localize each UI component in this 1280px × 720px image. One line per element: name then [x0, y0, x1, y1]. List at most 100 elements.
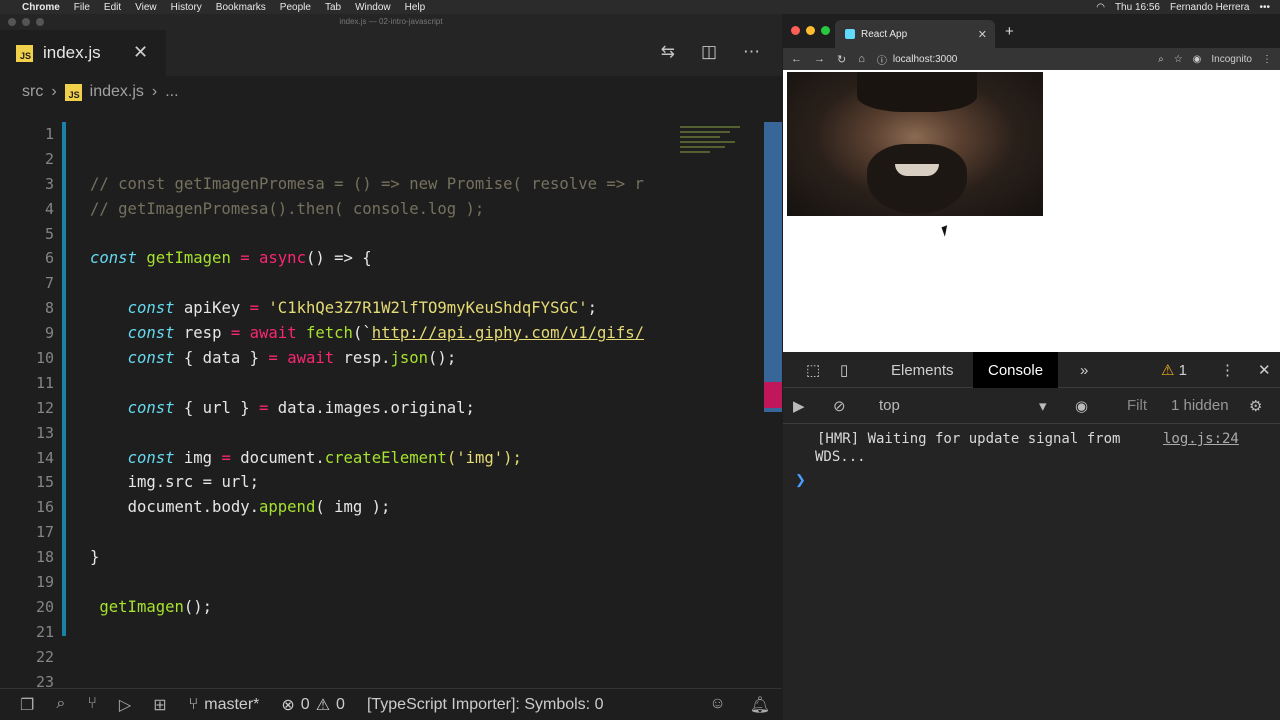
minimap[interactable]: [680, 126, 760, 186]
url-link[interactable]: http://api.giphy.com/v1/gifs/: [372, 324, 644, 342]
code-text: ();: [183, 597, 213, 616]
console-prompt-chevron-icon[interactable]: ❯: [795, 472, 806, 488]
code-line-9: const resp = await fetch(`http://api.gip…: [90, 321, 680, 346]
home-icon[interactable]: ⌂: [858, 53, 865, 65]
window-controls[interactable]: [791, 26, 830, 35]
more-actions-icon[interactable]: ⋯: [743, 42, 760, 62]
vertical-scrollbar[interactable]: [764, 122, 782, 412]
new-tab-icon[interactable]: +: [1005, 23, 1014, 40]
filter-input[interactable]: Filt: [1127, 397, 1147, 414]
run-debug-icon[interactable]: ▷: [119, 695, 131, 715]
keyword: const: [127, 349, 175, 368]
info-icon[interactable]: ⓘ: [877, 52, 887, 67]
more-icon[interactable]: •••: [1259, 2, 1270, 13]
keyword: await: [249, 324, 297, 343]
menu-tab[interactable]: Tab: [325, 2, 341, 13]
breadcrumb-file[interactable]: index.js: [90, 83, 144, 101]
close-devtools-icon[interactable]: ✕: [1243, 352, 1280, 388]
profile-label[interactable]: Incognito: [1211, 54, 1252, 65]
string: ('img');: [446, 448, 522, 467]
menu-help[interactable]: Help: [405, 2, 426, 13]
gif-image: [787, 72, 1043, 216]
line-number: 19: [35, 573, 54, 592]
clear-console-icon[interactable]: ⊘: [833, 397, 846, 415]
tab-elements[interactable]: Elements: [876, 352, 969, 388]
context-selector[interactable]: top: [879, 397, 900, 414]
menu-history[interactable]: History: [171, 2, 202, 13]
menu-window[interactable]: Window: [355, 2, 391, 13]
tab-console[interactable]: Console: [973, 352, 1059, 388]
tab-label: index.js: [43, 43, 101, 62]
chrome-tab-strip: React App ✕ +: [783, 14, 1280, 48]
hidden-count[interactable]: 1 hidden: [1171, 397, 1229, 414]
function-call: getImagen: [99, 597, 184, 616]
git-branch[interactable]: ⑂ master*: [189, 696, 260, 714]
eye-icon[interactable]: ◉: [1075, 397, 1088, 415]
warnings-indicator[interactable]: ⚠ 1: [1146, 352, 1202, 388]
split-editor-icon[interactable]: ◫: [701, 42, 717, 62]
operator: =: [221, 448, 231, 467]
browser-tab[interactable]: React App ✕: [835, 20, 995, 48]
settings-gear-icon[interactable]: ⚙: [1249, 397, 1262, 415]
breadcrumb-more[interactable]: ...: [165, 83, 178, 101]
code-line-10: const { data } = await resp.json();: [90, 346, 680, 371]
wifi-icon[interactable]: ◠: [1096, 2, 1105, 13]
extensions-icon[interactable]: ⊞: [153, 695, 166, 715]
incognito-icon[interactable]: ◉: [1193, 54, 1202, 65]
feedback-icon[interactable]: ☺: [709, 695, 725, 715]
code-line-18: }: [90, 545, 680, 570]
breadcrumb-folder[interactable]: src: [22, 83, 43, 101]
keyword: await: [287, 349, 335, 368]
line-number: 9: [44, 324, 54, 343]
chrome-window: React App ✕ + ← → ↻ ⌂ ⓘ localhost:3000 ⌕…: [783, 14, 1280, 720]
zoom-icon[interactable]: ⌕: [1158, 54, 1164, 65]
source-control-icon[interactable]: ⑂: [87, 695, 97, 715]
url-field[interactable]: ⓘ localhost:3000: [877, 52, 958, 67]
user-name[interactable]: Fernando Herrera: [1170, 2, 1249, 13]
code-text: document.body.: [127, 498, 259, 517]
menu-view[interactable]: View: [135, 2, 157, 13]
compare-changes-icon[interactable]: ⇆: [661, 42, 675, 62]
device-toolbar-icon[interactable]: ▯: [825, 352, 863, 388]
typescript-importer-status[interactable]: [TypeScript Importer]: Symbols: 0: [367, 696, 604, 714]
error-icon: ⊗: [281, 696, 295, 714]
operator: =: [268, 349, 278, 368]
error-count: 0: [300, 695, 310, 713]
code-text: () => {: [305, 249, 372, 268]
notifications-icon[interactable]: 🔔︎: [750, 695, 770, 715]
clock[interactable]: Thu 16:56: [1115, 2, 1160, 13]
operator: =: [240, 249, 250, 268]
sidebar-toggle-icon[interactable]: ▶︎: [793, 397, 805, 415]
line-number: 13: [35, 423, 54, 442]
chevron-down-icon[interactable]: ▾: [1039, 397, 1047, 415]
line-number: 17: [35, 523, 54, 542]
keyword: const: [127, 448, 175, 467]
tab-index-js[interactable]: JS index.js ✕: [0, 30, 166, 76]
forward-icon[interactable]: →: [814, 53, 825, 65]
line-number: 21: [35, 622, 54, 641]
line-number-gutter: 1 2 3 4 5 6 7 8 9 10 11 12 13 14 15 16 1…: [0, 122, 62, 702]
reload-icon[interactable]: ↻: [837, 53, 846, 66]
console-source-link[interactable]: log.js:24: [1163, 431, 1239, 447]
back-icon[interactable]: ←: [791, 53, 802, 65]
close-icon[interactable]: ✕: [133, 42, 148, 63]
code-editor[interactable]: 1 2 3 4 5 6 7 8 9 10 11 12 13 14 15 16 1…: [0, 122, 782, 702]
menu-icon[interactable]: ⋮: [1262, 54, 1272, 65]
more-tabs-icon[interactable]: »: [1065, 352, 1103, 388]
line-number: 22: [35, 647, 54, 666]
menu-app-name[interactable]: Chrome: [22, 2, 60, 13]
menu-people[interactable]: People: [280, 2, 311, 13]
close-tab-icon[interactable]: ✕: [978, 28, 987, 41]
bookmark-star-icon[interactable]: ☆: [1174, 54, 1183, 65]
explorer-icon[interactable]: ❐: [20, 695, 34, 715]
line-number: 18: [35, 548, 54, 567]
menu-file[interactable]: File: [74, 2, 90, 13]
problems-indicator[interactable]: ⊗ 0 ⚠ 0: [281, 695, 345, 715]
menu-edit[interactable]: Edit: [104, 2, 121, 13]
menu-bookmarks[interactable]: Bookmarks: [216, 2, 266, 13]
search-icon[interactable]: ⌕: [56, 695, 65, 715]
